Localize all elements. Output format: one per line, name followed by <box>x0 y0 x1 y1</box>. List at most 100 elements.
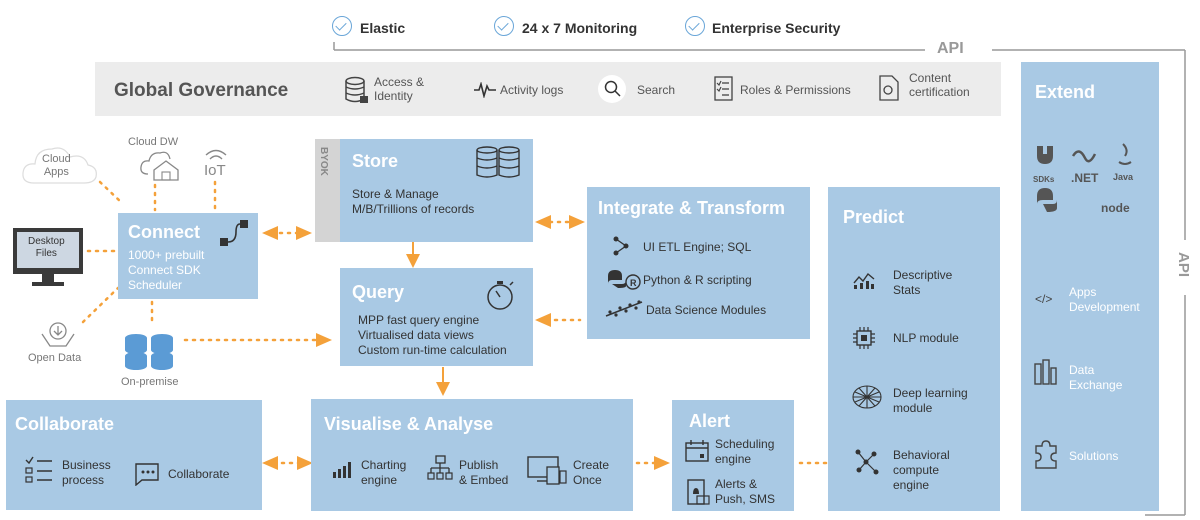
sdk-label: SDKs <box>1033 175 1055 184</box>
publish-hierarchy-icon <box>427 455 453 480</box>
dotnet-label: .NET <box>1071 171 1099 185</box>
source-cloud-dw: Cloud DW <box>128 136 179 148</box>
gov-activity-logs: Activity logs <box>500 83 564 97</box>
certificate-icon <box>879 75 899 101</box>
query-line: Virtualised data views <box>358 328 474 342</box>
chat-icon <box>135 463 159 486</box>
network-graph-icon <box>855 449 879 475</box>
process-list-icon <box>25 456 52 483</box>
visualise-item: Charting engine <box>361 458 407 487</box>
bar-chart-icon <box>333 462 351 478</box>
api-label-top: API <box>937 40 964 57</box>
arrow-integrate-right <box>569 215 585 229</box>
gov-search: Search <box>637 83 676 97</box>
arrow-connect-left <box>262 226 278 240</box>
predict-item: Behavioral compute engine <box>893 448 950 492</box>
check-icon <box>494 16 514 36</box>
query-title: Query <box>352 282 405 302</box>
source-cloud-apps: Cloud Apps <box>42 153 71 178</box>
iot-label: IoT <box>204 162 226 177</box>
feature-elastic: Elastic <box>360 20 406 36</box>
alert-item: Alerts & Push, SMS <box>715 477 776 506</box>
store-title: Store <box>352 151 399 171</box>
cloud-warehouse-icon <box>140 151 179 181</box>
check-icon <box>332 16 352 36</box>
search-icon <box>604 80 621 97</box>
extend-item: Solutions <box>1069 449 1119 463</box>
connect-line: Scheduler <box>128 278 183 292</box>
java-label: Java <box>1113 172 1134 182</box>
integrate-item: Python & R scripting <box>643 273 752 287</box>
open-data-icon <box>41 322 75 347</box>
connect-title: Connect <box>128 222 200 242</box>
gov-content-certification: Content certification <box>909 71 970 99</box>
collaborate-item: Collaborate <box>168 467 230 481</box>
checklist-icon <box>714 76 733 101</box>
feature-monitoring: 24 x 7 Monitoring <box>522 20 638 36</box>
stats-chart-icon <box>853 272 875 289</box>
governance-title: Global Governance <box>114 80 289 101</box>
arrow-onprem-query <box>316 333 332 347</box>
database-stack-icon <box>476 146 520 178</box>
api-label-right: API <box>1175 252 1192 278</box>
extend-item: Apps Development <box>1069 285 1140 314</box>
connector-icon <box>220 220 248 246</box>
query-line: MPP fast query engine <box>358 313 480 327</box>
data-science-icon <box>605 300 643 317</box>
collaborate-item: Business process <box>62 458 111 487</box>
integrate-item: UI ETL Engine; SQL <box>643 240 752 254</box>
collaborate-title: Collaborate <box>15 414 115 434</box>
visualise-title: Visualise & Analyse <box>324 414 494 434</box>
extend-item: Data Exchange <box>1069 363 1123 392</box>
node-label: node <box>1101 201 1130 215</box>
calendar-icon <box>685 440 709 462</box>
gov-roles-permissions: Roles & Permissions <box>740 83 851 97</box>
integrate-title: Integrate & Transform <box>598 198 786 218</box>
iot-icon: IoT <box>204 149 227 177</box>
etl-icon <box>613 236 629 256</box>
extend-title: Extend <box>1035 82 1096 102</box>
arrow-query-visualise <box>436 382 450 396</box>
visualise-item: Create Once <box>573 458 610 487</box>
predict-item: NLP module <box>893 331 959 345</box>
database-cluster-icon <box>125 334 173 370</box>
neural-net-icon <box>852 385 882 409</box>
integrate-item: Data Science Modules <box>646 303 767 317</box>
source-on-premise: On-premise <box>121 376 179 388</box>
arrow-visual-alert <box>654 456 670 470</box>
connect-line: 1000+ prebuilt <box>128 248 205 262</box>
check-icon <box>685 16 705 36</box>
devices-icon <box>527 456 567 485</box>
byok-strip: BYOK <box>315 139 340 242</box>
chip-icon <box>853 327 875 349</box>
arrow-integrate-left <box>535 215 551 229</box>
source-desktop-files: Desktop Files <box>28 236 65 259</box>
query-line: Custom run-time calculation <box>358 343 507 357</box>
data-exchange-icon <box>1034 359 1057 385</box>
arrow-store-right <box>296 226 312 240</box>
mobile-alert-icon <box>687 479 710 505</box>
source-open-data: Open Data <box>28 352 82 364</box>
database-lock-icon <box>345 76 368 103</box>
arrow-collab-left <box>262 456 278 470</box>
activity-log-icon <box>474 82 496 98</box>
predict-item: Descriptive Stats <box>893 268 953 297</box>
stopwatch-icon <box>487 281 514 310</box>
gov-access-identity: Access & Identity <box>374 75 425 103</box>
alert-item: Scheduling engine <box>715 437 775 466</box>
predict-title: Predict <box>843 207 905 227</box>
svg-text:R: R <box>630 278 637 288</box>
store-line: M/B/Trillions of records <box>352 202 475 216</box>
connect-line: Connect SDK <box>128 263 201 277</box>
puzzle-icon <box>1035 440 1057 469</box>
python-r-icon: R <box>608 270 641 290</box>
sdk-logos-icon: SDKs .NET Java node <box>1033 143 1134 215</box>
byok-label: BYOK <box>318 147 329 176</box>
arrow-query-left <box>535 313 551 327</box>
store-line: Store & Manage <box>352 187 439 201</box>
alert-title: Alert <box>689 411 731 431</box>
visualise-item: Publish & Embed <box>459 458 509 487</box>
code-icon: </> <box>1035 292 1053 306</box>
arrow-store-query <box>406 254 420 268</box>
feature-security: Enterprise Security <box>712 20 841 36</box>
